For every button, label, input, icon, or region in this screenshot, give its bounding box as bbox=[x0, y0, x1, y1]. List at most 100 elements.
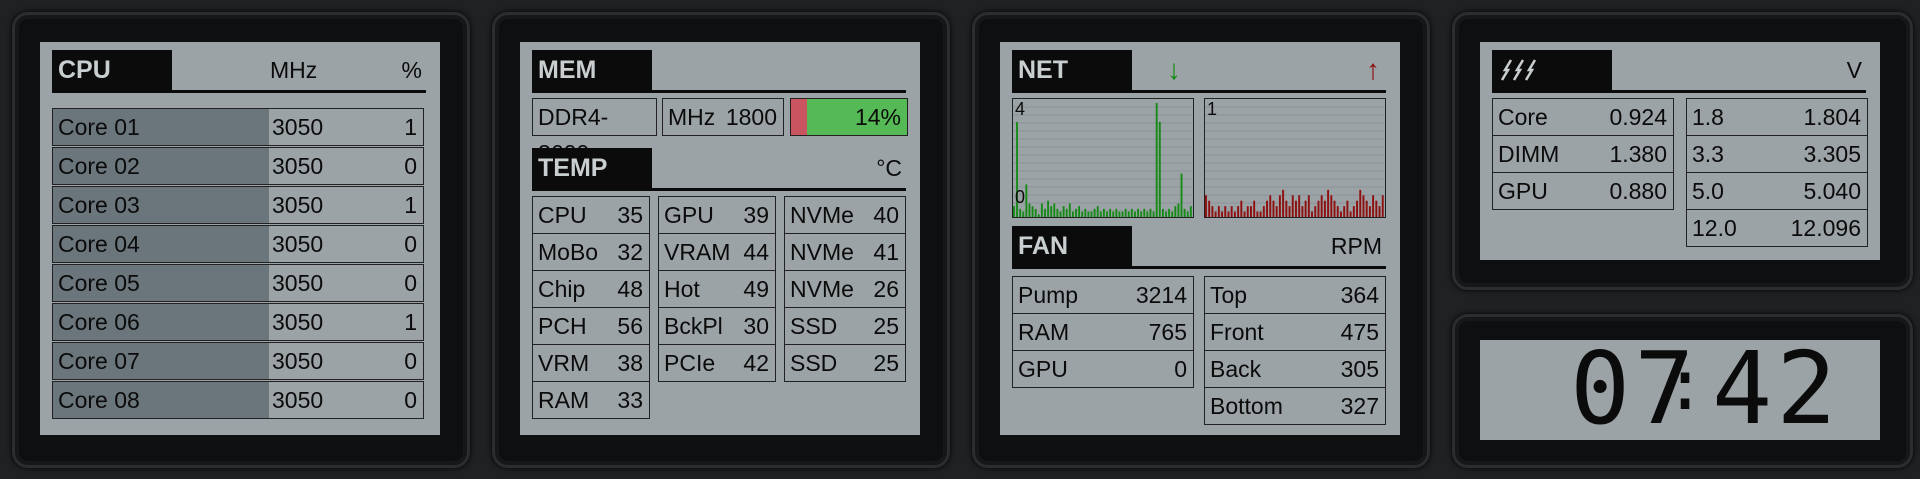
voltage-sensor: 3.3 3.305 bbox=[1686, 135, 1868, 173]
temp-sensor: NVMe 41 bbox=[784, 233, 906, 271]
net-download-bar bbox=[1115, 208, 1118, 217]
net-upload-bar bbox=[1266, 200, 1268, 217]
temp-sensor: VRAM 44 bbox=[658, 233, 776, 271]
cpu-core-row: Core 04 3050 0 bbox=[52, 225, 424, 263]
fan-sensor-value: 327 bbox=[1340, 393, 1379, 419]
fan-sensor-label: RAM bbox=[1018, 319, 1070, 345]
temp-sensor-label: BckPl bbox=[664, 313, 723, 339]
cpu-core-row: Core 01 3050 1 bbox=[52, 108, 424, 146]
fan-header: FAN RPM bbox=[1012, 226, 1386, 269]
net-upload-bar bbox=[1237, 206, 1240, 217]
net-download-bar bbox=[1037, 214, 1040, 217]
core-pct: 0 bbox=[404, 231, 417, 257]
net-upload-bar bbox=[1217, 206, 1220, 217]
net-upload-bar bbox=[1298, 195, 1301, 217]
cpu-core-row: Core 06 3050 1 bbox=[52, 303, 424, 341]
core-mhz: 3050 bbox=[272, 348, 324, 374]
fan-sensor-value: 305 bbox=[1340, 356, 1379, 382]
net-title: NET bbox=[1012, 50, 1132, 90]
net-download-bar bbox=[1019, 208, 1022, 217]
fan-sensor-label: Pump bbox=[1018, 282, 1079, 308]
fan-sensor: Bottom 327 bbox=[1204, 387, 1386, 425]
net-download-bar bbox=[1047, 200, 1049, 217]
fan-sensor-label: Front bbox=[1210, 319, 1264, 345]
temp-sensor-label: VRM bbox=[538, 350, 590, 376]
voltage-sensor: 12.0 12.096 bbox=[1686, 209, 1868, 247]
net-download-bar bbox=[1093, 208, 1096, 217]
net-up-arrow-icon: ↑ bbox=[1366, 54, 1380, 85]
core-mhz: 3050 bbox=[272, 309, 324, 335]
net-upload-bar bbox=[1272, 200, 1275, 217]
fan-sensor-value: 364 bbox=[1340, 282, 1379, 308]
temp-sensor-label: Hot bbox=[664, 276, 700, 302]
net-down-scale-max: 4 bbox=[1015, 99, 1026, 119]
voltage-sensor-value: 1.380 bbox=[1609, 141, 1667, 167]
fan-sensor-label: Back bbox=[1210, 356, 1262, 382]
net-upload-bar bbox=[1230, 206, 1233, 217]
net-upload-bar bbox=[1285, 200, 1288, 217]
net-upload-bar bbox=[1253, 200, 1256, 217]
net-upload-bar bbox=[1333, 200, 1336, 217]
cpu-panel: CPU MHz % Core 01 3050 1 Core 02 3050 0 Core 0… bbox=[40, 42, 440, 435]
temp-sensor-value: 30 bbox=[743, 313, 769, 339]
net-header: NET ↓ ↑ bbox=[1012, 50, 1386, 93]
cpu-core-row: Core 03 3050 1 bbox=[52, 186, 424, 224]
net-download-bar bbox=[1140, 211, 1143, 217]
temp-sensor-value: 38 bbox=[617, 350, 643, 376]
temp-sensor-label: RAM bbox=[538, 387, 590, 413]
net-upload-bar bbox=[1243, 211, 1246, 217]
net-upload-bar bbox=[1269, 195, 1272, 217]
net-upload-graph: 1 bbox=[1204, 98, 1386, 218]
net-upload-bar bbox=[1352, 206, 1355, 217]
temp-sensor-value: 32 bbox=[617, 239, 643, 265]
fan-sensor: Pump 3214 bbox=[1012, 276, 1194, 314]
fan-sensor-value: 0 bbox=[1174, 356, 1187, 382]
clock-panel: 07 : 42 bbox=[1480, 340, 1880, 440]
net-upload-bar bbox=[1375, 200, 1378, 217]
fan-sensor: Front 475 bbox=[1204, 313, 1386, 351]
net-download-bar bbox=[1078, 206, 1081, 217]
temp-sensor-label: MoBo bbox=[538, 239, 599, 265]
net-download-bar bbox=[1168, 208, 1171, 217]
temp-sensor: PCH 56 bbox=[532, 307, 650, 345]
net-upload-bar bbox=[1291, 195, 1294, 217]
net-download-bar bbox=[1056, 208, 1059, 217]
core-pct: 0 bbox=[404, 153, 417, 179]
core-pct: 1 bbox=[404, 114, 417, 140]
net-download-bar bbox=[1121, 211, 1124, 217]
net-upload-bar bbox=[1317, 200, 1320, 217]
temp-sensor-label: CPU bbox=[538, 202, 587, 228]
net-upload-bar bbox=[1214, 211, 1217, 217]
voltage-sensor-value: 5.040 bbox=[1803, 178, 1861, 204]
net-upload-bar bbox=[1211, 206, 1214, 217]
net-download-bar bbox=[1096, 206, 1099, 217]
net-upload-bar bbox=[1372, 195, 1375, 217]
net-upload-bar bbox=[1365, 200, 1368, 217]
net-upload-bar bbox=[1224, 206, 1227, 217]
voltage-sensor: Core 0.924 bbox=[1492, 98, 1674, 136]
net-download-bar bbox=[1053, 203, 1056, 217]
net-upload-chart bbox=[1205, 106, 1385, 217]
voltage-sensor-label: 5.0 bbox=[1692, 178, 1724, 204]
voltage-sensor-label: 3.3 bbox=[1692, 141, 1724, 167]
temp-sensor-value: 44 bbox=[743, 239, 769, 265]
net-download-bar bbox=[1059, 211, 1062, 217]
temp-sensor-label: SSD bbox=[790, 350, 838, 376]
temp-sensor-value: 40 bbox=[873, 202, 899, 228]
mem-header: MEM bbox=[532, 50, 906, 93]
voltage-sensor-label: 12.0 bbox=[1692, 215, 1737, 241]
fan-title: FAN bbox=[1012, 226, 1132, 266]
net-upload-bar bbox=[1282, 189, 1285, 217]
temp-sensor-value: 25 bbox=[873, 350, 899, 376]
fan-sensor-label: Top bbox=[1210, 282, 1248, 308]
volt-unit: V bbox=[1846, 57, 1862, 83]
net-download-bar bbox=[1127, 211, 1130, 217]
cpu-core-row: Core 07 3050 0 bbox=[52, 342, 424, 380]
net-upload-bar bbox=[1359, 189, 1362, 217]
core-mhz: 3050 bbox=[272, 114, 324, 140]
net-upload-bar bbox=[1240, 200, 1243, 217]
net-upload-bar bbox=[1221, 211, 1223, 217]
net-download-bar bbox=[1022, 211, 1025, 217]
net-upload-bar bbox=[1368, 206, 1371, 217]
net-download-bar bbox=[1180, 173, 1183, 217]
